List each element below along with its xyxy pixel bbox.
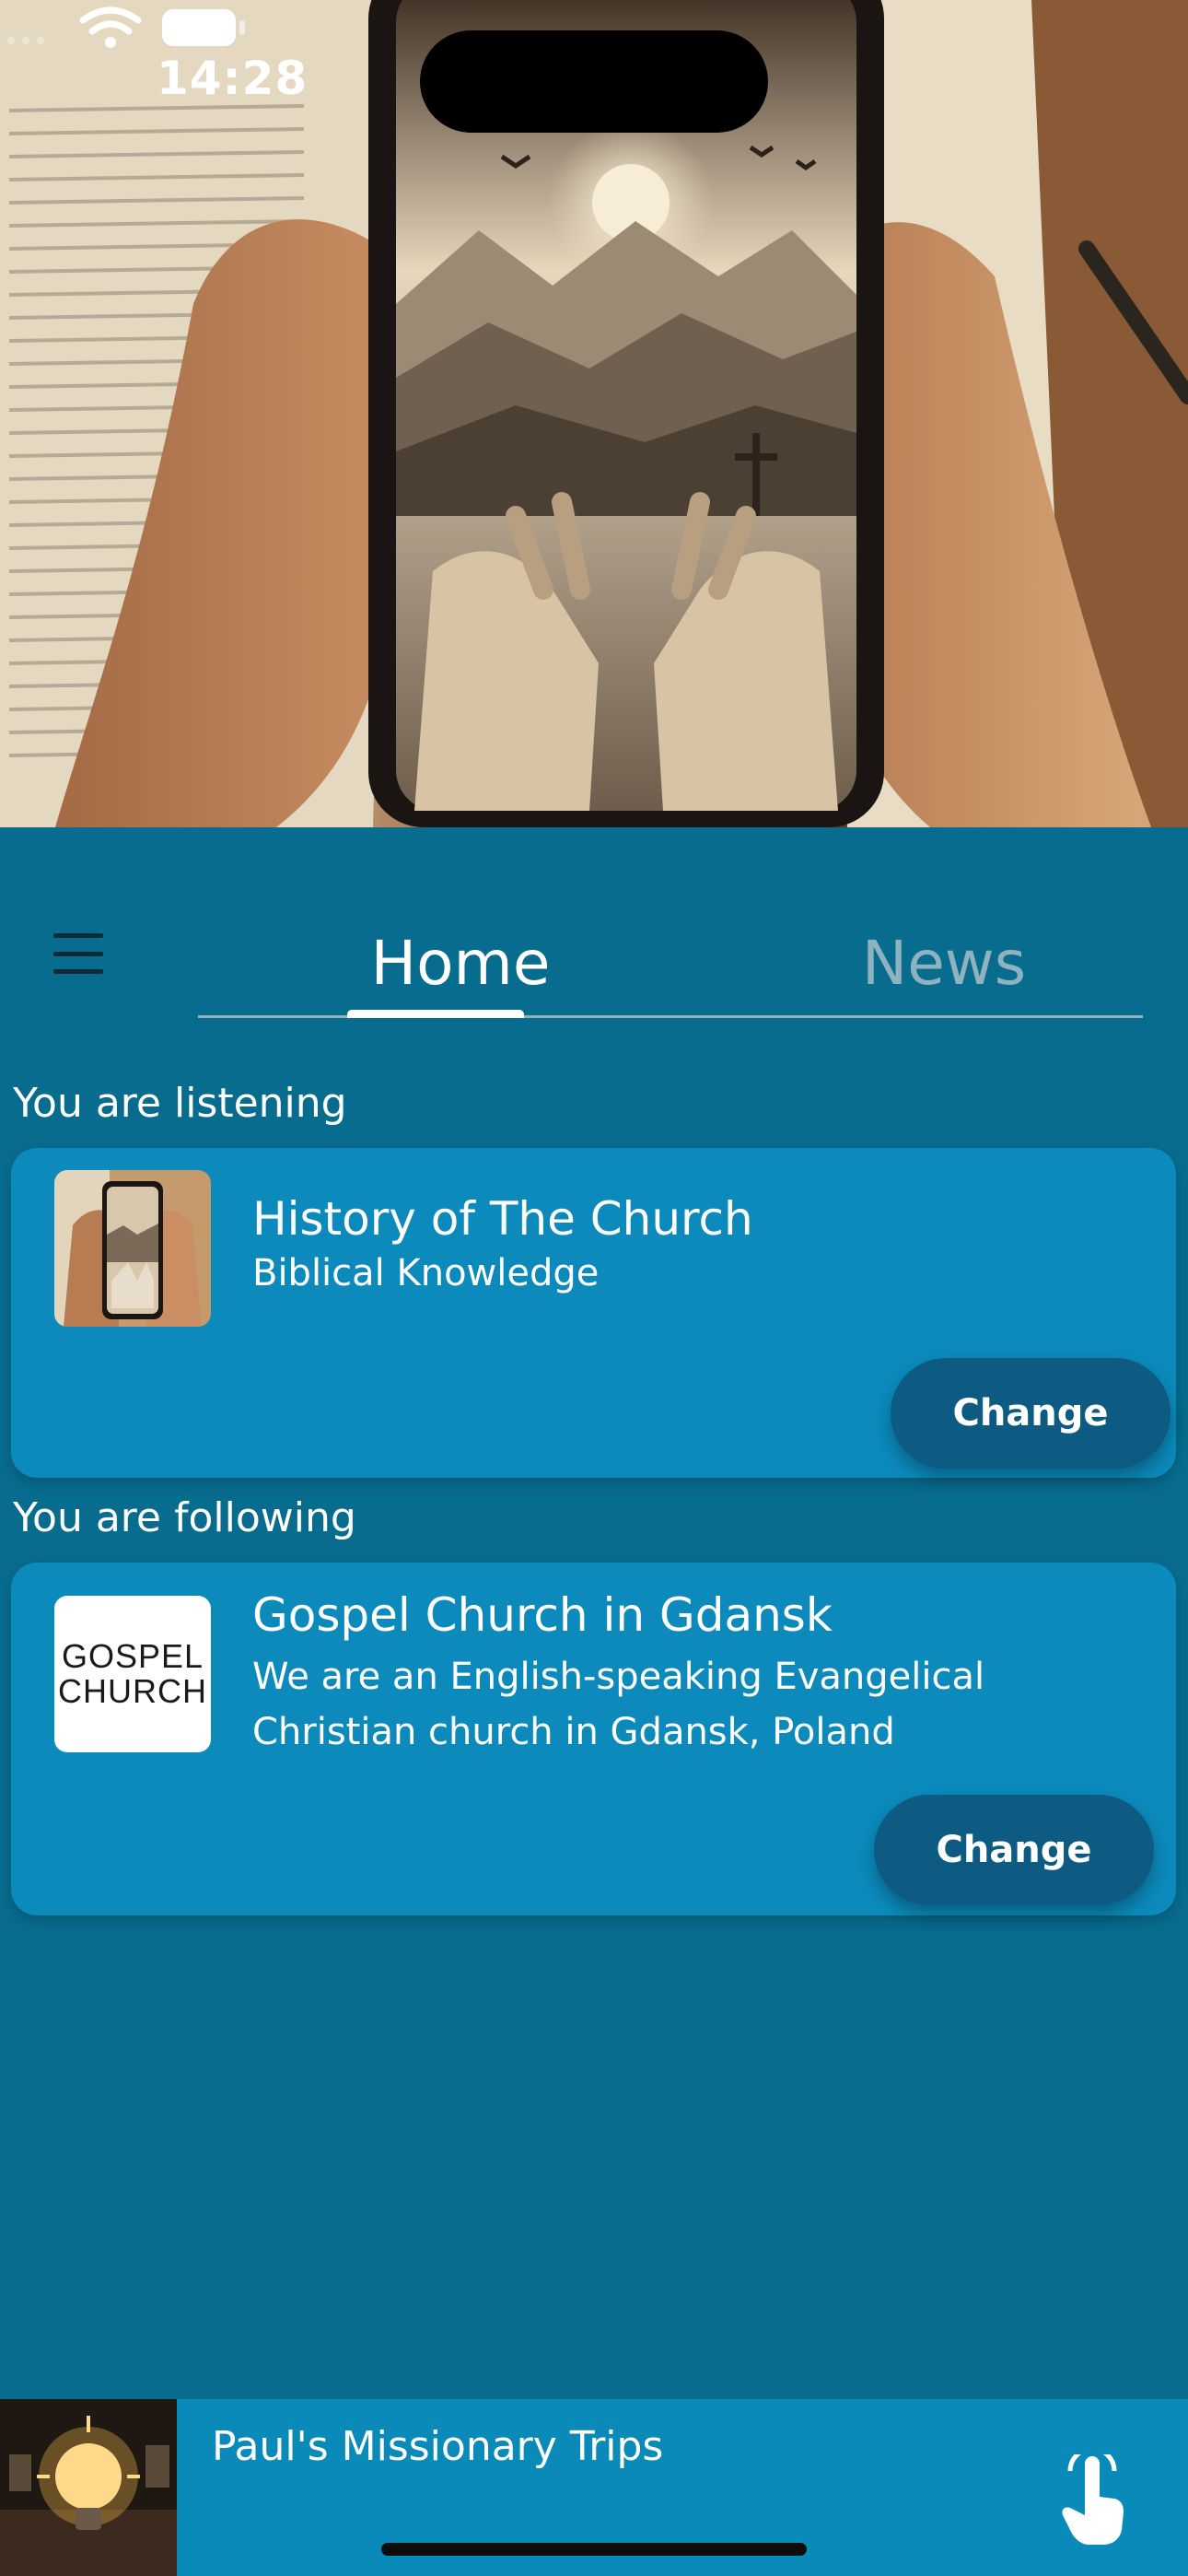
hero-image: 14:28 bbox=[0, 0, 1188, 827]
logo-line-2: CHURCH bbox=[58, 1672, 207, 1710]
change-listening-button[interactable]: Change bbox=[891, 1358, 1171, 1469]
following-section-label: You are following bbox=[13, 1494, 356, 1541]
battery-icon bbox=[162, 9, 245, 46]
hamburger-menu-icon[interactable] bbox=[46, 926, 111, 981]
following-title: Gospel Church in Gdansk bbox=[252, 1588, 833, 1642]
wifi-icon bbox=[79, 6, 142, 35]
tap-hand-icon[interactable] bbox=[1057, 2454, 1131, 2547]
tab-bar: Home News bbox=[198, 907, 1143, 1018]
logo-line-1: GOSPEL bbox=[61, 1637, 204, 1675]
active-tab-indicator bbox=[347, 1010, 524, 1018]
listening-title: History of The Church bbox=[252, 1192, 753, 1246]
listening-thumbnail bbox=[54, 1170, 211, 1327]
status-time: 14:28 bbox=[157, 52, 309, 105]
church-logo: GOSPEL CHURCH bbox=[54, 1596, 211, 1752]
listening-section-label: You are listening bbox=[13, 1080, 347, 1127]
player-artwork bbox=[0, 2399, 177, 2576]
tab-news[interactable]: News bbox=[806, 907, 1082, 1018]
following-card[interactable]: GOSPEL CHURCH Gospel Church in Gdansk We… bbox=[11, 1563, 1176, 1915]
status-icons bbox=[7, 6, 245, 48]
signal-icon bbox=[7, 37, 44, 44]
listening-subtitle: Biblical Knowledge bbox=[252, 1252, 600, 1294]
home-indicator bbox=[381, 2543, 807, 2556]
app-screen: 14:28 Home News You are listening Histor… bbox=[0, 0, 1188, 2576]
dynamic-island bbox=[420, 30, 768, 133]
listening-card[interactable]: History of The Church Biblical Knowledge… bbox=[11, 1148, 1176, 1478]
tab-home[interactable]: Home bbox=[336, 907, 585, 1018]
player-track-title: Paul's Missionary Trips bbox=[212, 2423, 664, 2470]
following-description: We are an English-speaking Evangelical C… bbox=[252, 1656, 985, 1753]
change-following-button[interactable]: Change bbox=[874, 1795, 1154, 1905]
